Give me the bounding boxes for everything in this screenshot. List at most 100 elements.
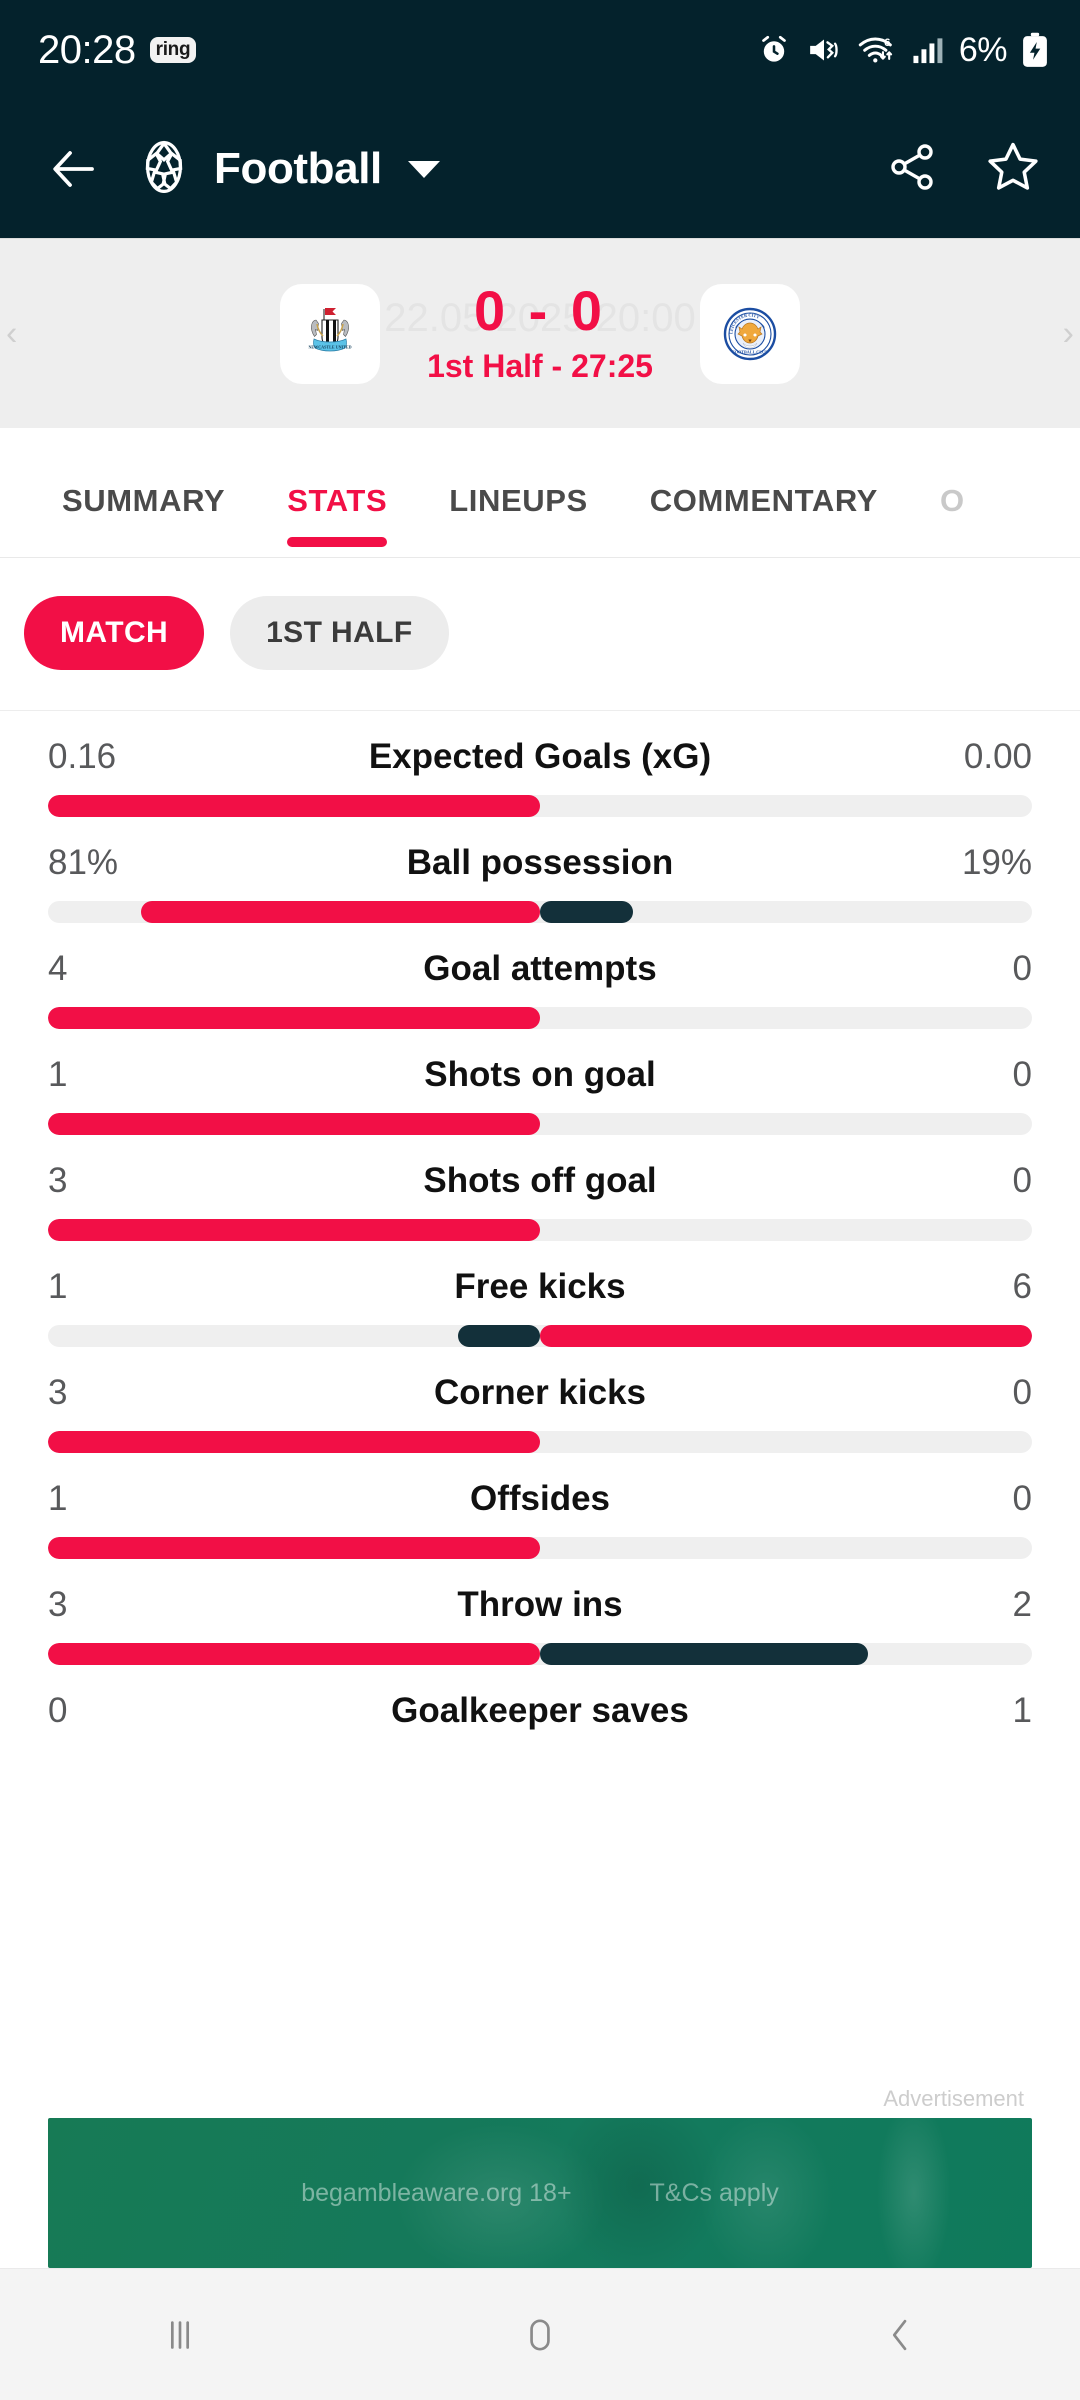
stat-label: Goalkeeper saves xyxy=(391,1691,689,1730)
stat-label: Ball possession xyxy=(406,843,674,882)
stat-bar-home xyxy=(48,795,540,817)
next-match-arrow-icon[interactable]: › xyxy=(1063,314,1074,353)
stat-bar-home xyxy=(48,1643,540,1665)
app-header-left: Football xyxy=(46,137,886,202)
advertisement-banner[interactable]: begambleaware.org 18+ T&Cs apply xyxy=(48,2118,1032,2268)
stat-row-header: 4 Goal attempts 0 xyxy=(48,949,1032,989)
home-icon[interactable] xyxy=(517,2312,563,2358)
score-center: 22.05.2025 20:00 0 - 0 1st Half - 27:25 xyxy=(380,278,700,386)
stat-row-header: 1 Shots on goal 0 xyxy=(48,1055,1032,1095)
stat-bar-home xyxy=(48,1007,540,1029)
stat-bar-away xyxy=(540,901,634,923)
tab-summary[interactable]: SUMMARY xyxy=(62,483,225,557)
status-bar-right: 6 6% xyxy=(757,31,1050,70)
battery-charging-icon xyxy=(1020,32,1050,68)
mute-vibrate-icon xyxy=(806,34,842,66)
app-header: Football xyxy=(0,100,1080,238)
stat-bar-home xyxy=(48,1113,540,1135)
stat-bar-track xyxy=(48,1431,1032,1453)
stat-bar-home xyxy=(48,1219,540,1241)
stat-row: 3 Throw ins 2 xyxy=(48,1559,1032,1665)
stat-bar-track xyxy=(48,1537,1032,1559)
stat-home-value: 3 xyxy=(48,1161,68,1200)
stat-bar-track xyxy=(48,1113,1032,1135)
match-tabs: SUMMARY STATS LINEUPS COMMENTARY O xyxy=(0,428,1080,558)
football-icon xyxy=(136,137,192,202)
stat-away-value: 19% xyxy=(961,843,1032,882)
away-team-crest: LEICESTER CITY FOOTBALL CLUB xyxy=(700,283,800,384)
stat-away-value: 6 xyxy=(1012,1267,1032,1306)
star-icon[interactable] xyxy=(986,140,1040,199)
scoreboard[interactable]: ‹ NEWCASTLE UNITED 22.05.2025 20:00 0 - … xyxy=(0,238,1080,428)
stat-bar-track xyxy=(48,1007,1032,1029)
tab-odds[interactable]: O xyxy=(940,483,965,557)
stat-row: 3 Shots off goal 0 xyxy=(48,1135,1032,1241)
stat-home-value: 0 xyxy=(48,1691,68,1730)
stat-away-value: 0 xyxy=(1012,1055,1032,1094)
ring-app-badge-icon: ring xyxy=(149,37,197,63)
stat-home-value: 81% xyxy=(48,843,119,882)
stat-row: 1 Offsides 0 xyxy=(48,1453,1032,1559)
back-arrow-icon[interactable] xyxy=(46,141,102,197)
prev-match-arrow-icon[interactable]: ‹ xyxy=(6,314,17,353)
filter-1st-half[interactable]: 1ST HALF xyxy=(230,596,449,670)
stat-away-value: 0 xyxy=(1012,1161,1032,1200)
stat-row-header: 1 Free kicks 6 xyxy=(48,1267,1032,1307)
stat-away-value: 0 xyxy=(1012,949,1032,988)
stat-bar-away xyxy=(540,1643,869,1665)
sport-selector[interactable]: Football xyxy=(136,137,440,202)
signal-bars-icon xyxy=(912,35,944,65)
status-clock: 20:28 xyxy=(38,28,136,72)
stat-bar-home xyxy=(48,1537,540,1559)
tab-commentary[interactable]: COMMENTARY xyxy=(650,483,878,557)
stat-bar-track xyxy=(48,795,1032,817)
stat-bar-home xyxy=(141,901,540,923)
stat-home-value: 3 xyxy=(48,1373,68,1412)
tab-stats[interactable]: STATS xyxy=(287,483,388,557)
advertisement-label: Advertisement xyxy=(883,2086,1024,2111)
match-status: 1st Half - 27:25 xyxy=(427,348,653,385)
filter-match[interactable]: MATCH xyxy=(24,596,205,670)
status-bar-left: 20:28 ring xyxy=(38,28,197,72)
stat-label: Shots on goal xyxy=(424,1055,656,1094)
ad-disclaimer: begambleaware.org 18+ xyxy=(301,2178,572,2207)
stat-row: 3 Corner kicks 0 xyxy=(48,1347,1032,1453)
statistics-list: 0.16 Expected Goals (xG) 0.00 81% Ball posse… xyxy=(0,711,1080,2078)
alarm-icon xyxy=(757,33,791,67)
stat-row-header: 3 Shots off goal 0 xyxy=(48,1161,1032,1201)
score-value: 0 - 0 xyxy=(473,278,607,342)
stat-row: 0.16 Expected Goals (xG) 0.00 xyxy=(48,711,1032,817)
stat-label: Corner kicks xyxy=(433,1373,647,1412)
stat-bar-track xyxy=(48,1325,1032,1347)
stat-row: 1 Shots on goal 0 xyxy=(48,1029,1032,1135)
stat-away-value: 1 xyxy=(1012,1691,1032,1730)
stat-label: Shots off goal xyxy=(423,1161,657,1200)
stat-away-value: 0.00 xyxy=(963,737,1032,776)
back-icon[interactable] xyxy=(877,2312,923,2358)
stat-row: 81% Ball possession 19% xyxy=(48,817,1032,923)
app-header-actions xyxy=(886,140,1040,199)
stat-home-value: 3 xyxy=(48,1585,68,1624)
advertisement-block: Advertisement begambleaware.org 18+ T&Cs… xyxy=(0,2078,1080,2268)
status-bar: 20:28 ring 6 6% xyxy=(0,0,1080,100)
stat-row: 0 Goalkeeper saves 1 xyxy=(48,1665,1032,1731)
recents-icon[interactable] xyxy=(157,2312,203,2358)
chevron-down-icon[interactable] xyxy=(407,160,440,178)
stat-label: Goal attempts xyxy=(423,949,657,988)
svg-text:6: 6 xyxy=(884,37,890,49)
stat-row-header: 81% Ball possession 19% xyxy=(48,843,1032,883)
share-icon[interactable] xyxy=(886,141,938,198)
stat-bar-away xyxy=(540,1325,1032,1347)
stat-away-value: 2 xyxy=(1012,1585,1032,1624)
stat-label: Offsides xyxy=(469,1479,611,1518)
stat-bar-track xyxy=(48,1219,1032,1241)
system-navigation-bar xyxy=(0,2268,1080,2400)
stat-home-value: 1 xyxy=(48,1479,68,1518)
page-title: Football xyxy=(214,144,382,193)
svg-text:FOOTBALL CLUB: FOOTBALL CLUB xyxy=(732,349,768,354)
tab-lineups[interactable]: LINEUPS xyxy=(449,483,588,557)
stat-label: Expected Goals (xG) xyxy=(368,737,712,776)
stat-row-header: 1 Offsides 0 xyxy=(48,1479,1032,1519)
battery-percent-label: 6% xyxy=(958,30,1008,69)
stat-home-value: 1 xyxy=(48,1055,68,1094)
